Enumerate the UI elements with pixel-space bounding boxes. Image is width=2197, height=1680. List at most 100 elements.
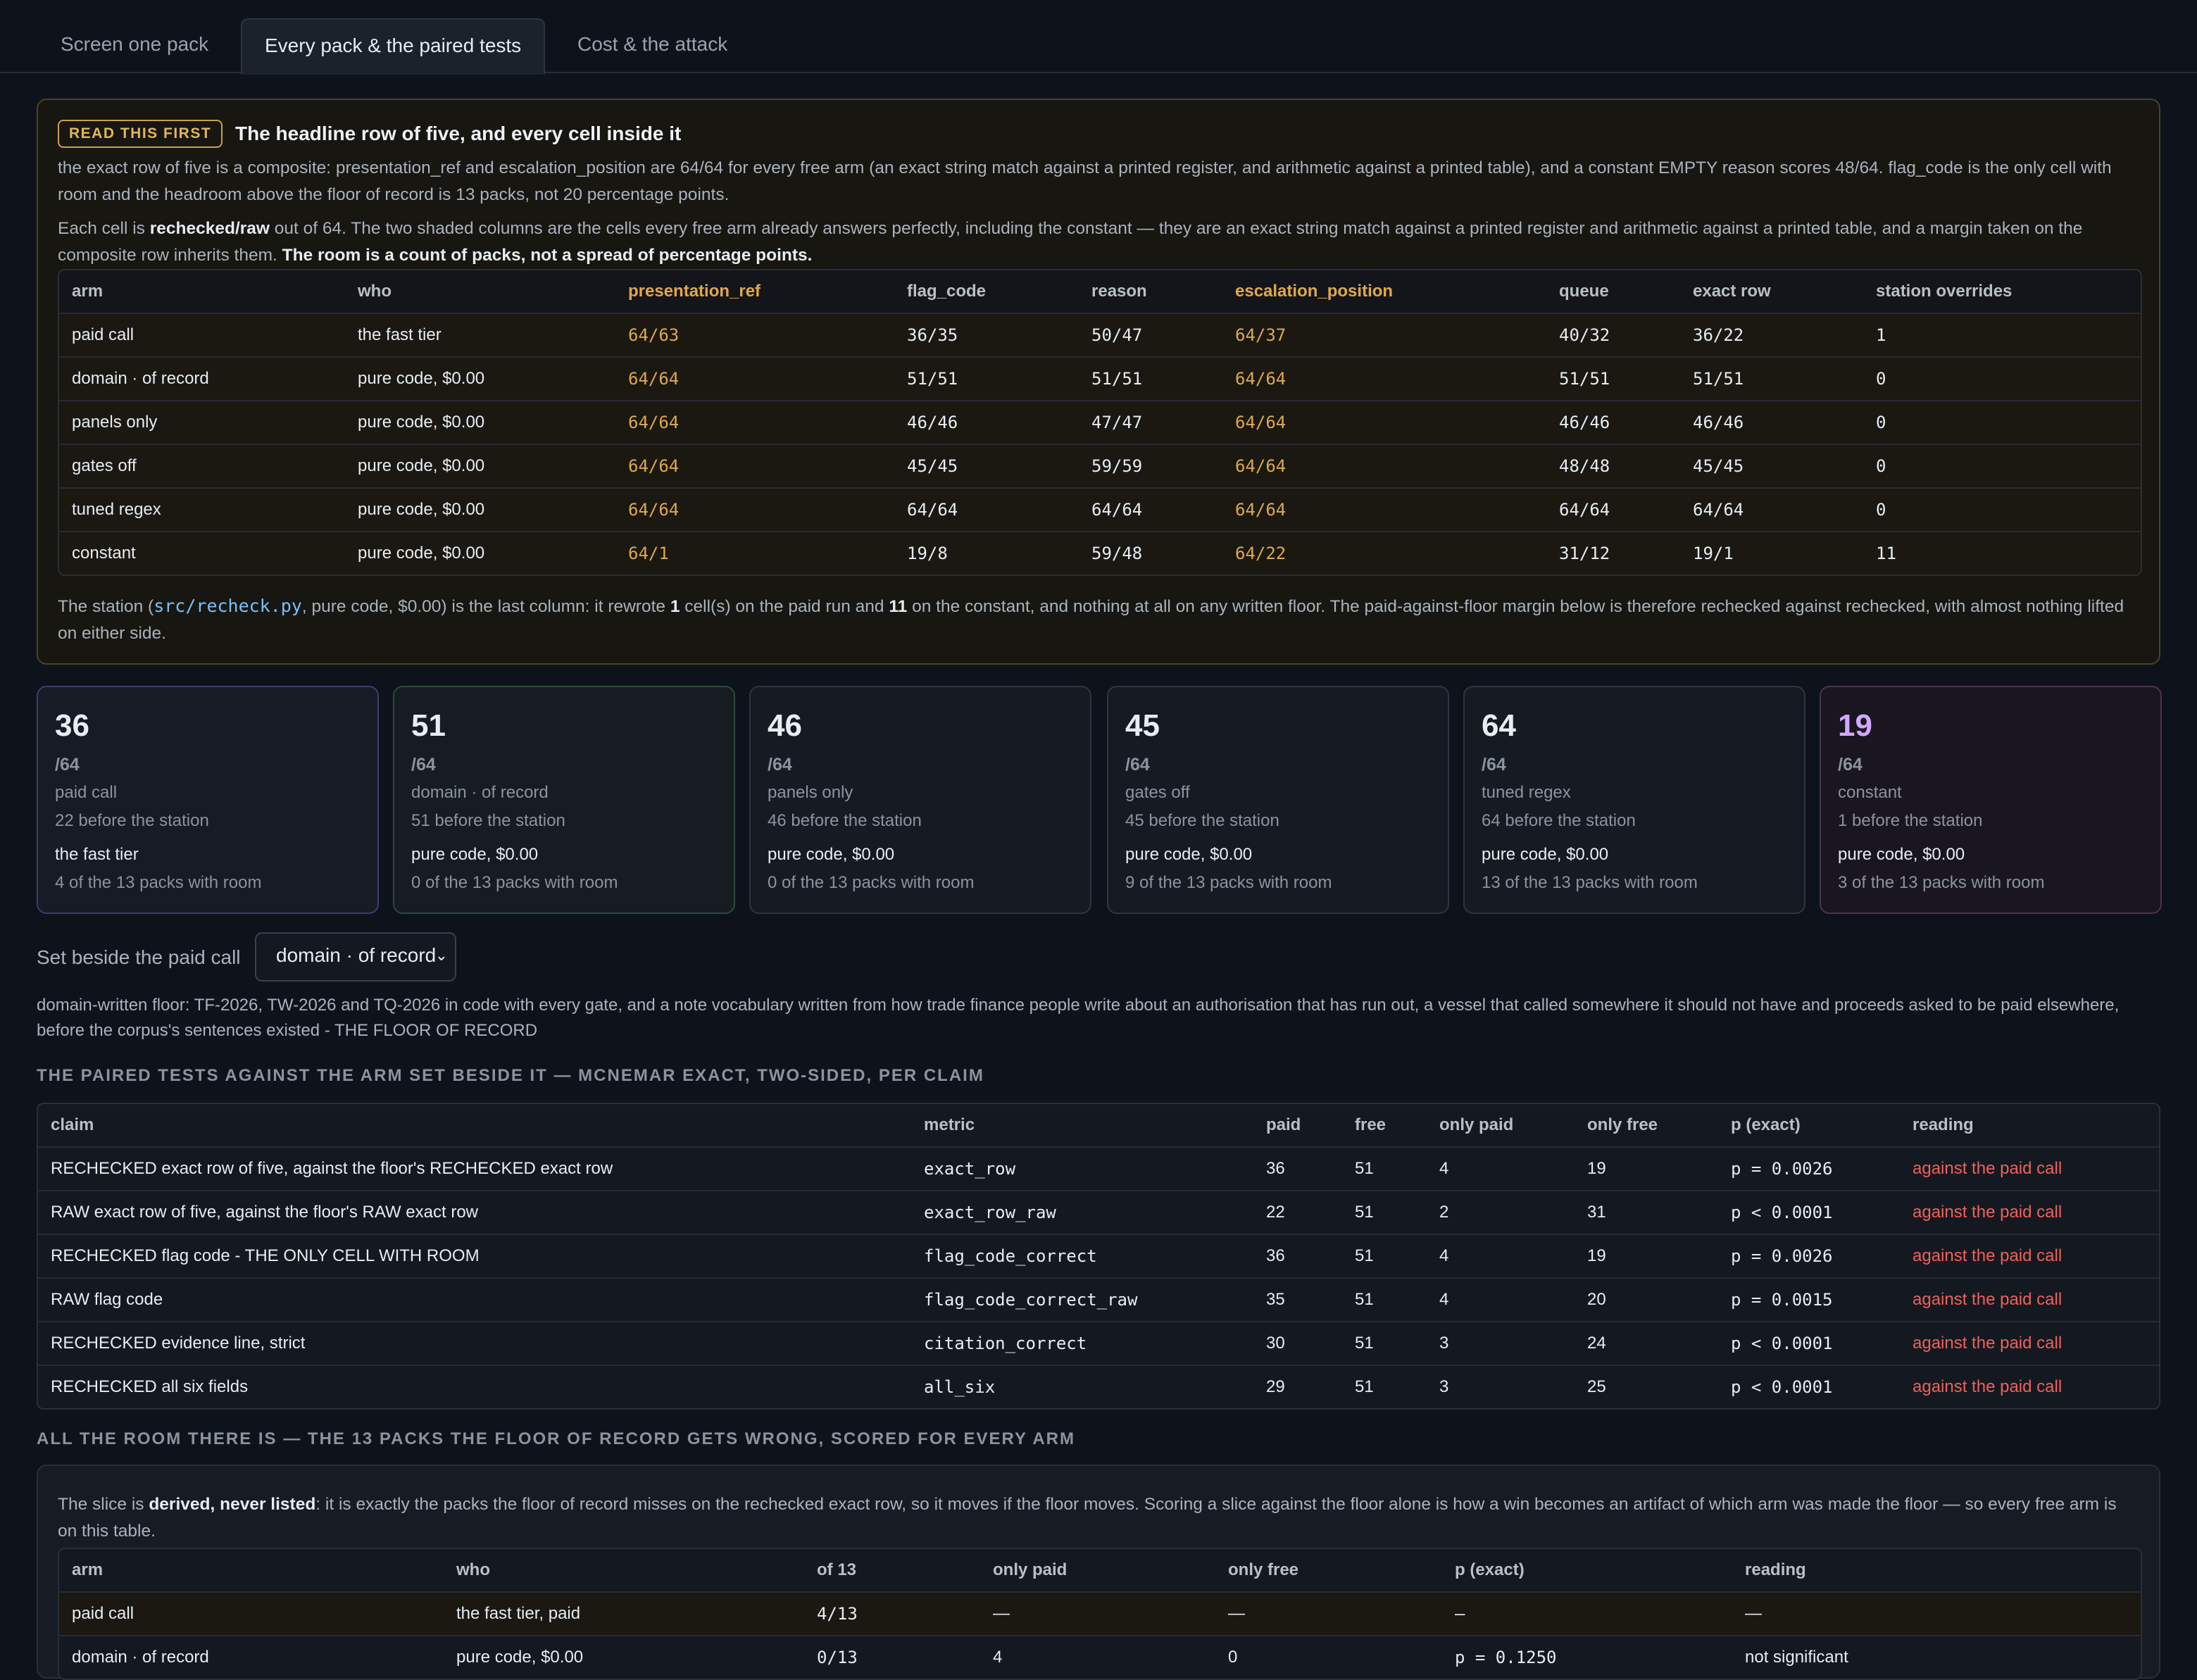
table-cell: 51 (1342, 1234, 1427, 1278)
stat-denominator: /64 (768, 755, 792, 775)
column-header: paid (1266, 1115, 1301, 1134)
table-cell: 3 (1427, 1365, 1575, 1408)
table-cell: 4 (980, 1635, 1215, 1679)
table-cell: 0 (1215, 1635, 1442, 1679)
table-cell: pure code, $0.00 (345, 356, 615, 401)
stat-card[interactable]: 19/64 constant 1 before the station pure co… (1820, 686, 2162, 914)
column-header: arm (72, 1560, 104, 1579)
table-row: paid call the fast tier, paid 4/13— — — — (59, 1591, 2141, 1636)
column-header: flag_code (907, 282, 987, 301)
table-row: tuned regex pure code, $0.00 64/64 64/64 64/… (59, 487, 2141, 532)
table-cell: 64/64 (894, 487, 1079, 532)
table-cell: 4/13 (804, 1591, 980, 1636)
column-header: free (1355, 1115, 1387, 1134)
room-explanation: The slice is derived, never listed: it i… (58, 1495, 2117, 1541)
stat-card[interactable]: 64/64 tuned regex 64 before the station pur… (1463, 686, 1805, 914)
table-cell: 46/46 (894, 400, 1079, 444)
arm-select[interactable]: domain · of record ⌄ (255, 932, 456, 982)
column-header: exact row (1693, 282, 1771, 301)
table-cell: 31/12 (1546, 531, 1680, 575)
column-header: station overrides (1876, 282, 2013, 301)
table-cell: 0 (1863, 400, 2141, 444)
column-header: arm (72, 282, 104, 301)
stat-card[interactable]: 45/64 gates off 45 before the station pure … (1107, 686, 1449, 914)
stat-room: 13 of the 13 packs with room (1482, 873, 1698, 892)
column-header: reading (1745, 1560, 1806, 1579)
table-cell: — (980, 1591, 1215, 1636)
column-header: claim (51, 1115, 94, 1134)
tab-screen-one-pack[interactable]: Screen one pack (38, 18, 231, 70)
table-cell: exact_row_raw (911, 1190, 1253, 1234)
cell-explanation: Each cell is rechecked/raw out of 64. Th… (58, 219, 2083, 265)
table-cell: 40/32 (1546, 313, 1680, 357)
stat-before-station: 51 before the station (411, 811, 565, 830)
table-cell: RECHECKED evidence line, strict (38, 1321, 911, 1365)
table-cell: domain · of record (59, 356, 345, 401)
column-header: p (exact) (1455, 1560, 1525, 1579)
stat-value: 51 (411, 708, 446, 743)
column-header: metric (924, 1115, 975, 1134)
table-row: constant pure code, $0.00 64/1 19/8 59/48 64/… (59, 531, 2141, 575)
stat-denominator: /64 (1838, 755, 1863, 775)
table-row: RAW exact row of five, against the floor… (38, 1190, 2159, 1234)
table-cell: 36 (1253, 1234, 1342, 1278)
table-cell: 64/64 (615, 400, 894, 444)
table-cell: 2 (1427, 1190, 1575, 1234)
table-cell: 51 (1342, 1277, 1427, 1322)
table-cell: 51 (1342, 1321, 1427, 1365)
stat-value: 46 (768, 708, 802, 743)
table-cell: p = 0.0026 (1718, 1146, 1900, 1191)
table-cell: — (1215, 1591, 1442, 1636)
table-row: RECHECKED all six fields all_six 29 51 3 25 p … (38, 1365, 2159, 1408)
tab-every-pack[interactable]: Every pack & the paired tests (241, 18, 546, 75)
table-cell: 24 (1575, 1321, 1718, 1365)
table-cell: 19 (1575, 1234, 1718, 1278)
stat-denominator: /64 (1482, 755, 1506, 775)
table-row: domain · of record pure code, $0.00 64/64 5… (59, 356, 2141, 401)
table-cell: 64/64 (1546, 487, 1680, 532)
stat-value: 19 (1838, 708, 1872, 743)
table-cell: pure code, $0.00 (345, 487, 615, 532)
table-row: RECHECKED exact row of five, against the… (38, 1146, 2159, 1191)
table-cell: 59/48 (1079, 531, 1222, 575)
tab-cost-attack[interactable]: Cost & the attack (555, 18, 750, 70)
stat-arm-name: panels only (768, 783, 853, 802)
table-cell: 22 (1253, 1190, 1342, 1234)
stat-room: 0 of the 13 packs with room (768, 873, 975, 892)
table-cell: tuned regex (59, 487, 345, 532)
column-header: who (456, 1560, 490, 1579)
table-cell: against the paid call (1900, 1277, 2159, 1322)
stat-arm-name: tuned regex (1482, 783, 1571, 802)
table-cell: 64/64 (615, 444, 894, 488)
stat-card[interactable]: 51/64 domain · of record 51 before the sta… (393, 686, 735, 914)
table-cell: 64/64 (1222, 400, 1546, 444)
stat-arm-name: paid call (55, 783, 118, 802)
table-cell: against the paid call (1900, 1190, 2159, 1234)
table-cell: 46/46 (1546, 400, 1680, 444)
stat-who: pure code, $0.00 (768, 845, 895, 864)
table-cell: — (1732, 1591, 2141, 1636)
table-cell: RAW flag code (38, 1277, 911, 1322)
stat-value: 45 (1125, 708, 1160, 743)
stat-before-station: 64 before the station (1482, 811, 1636, 830)
table-cell: 36/22 (1680, 313, 1863, 357)
table-cell: 0 (1863, 487, 2141, 532)
recheck-file-link[interactable]: src/recheck.py (154, 596, 302, 616)
table-row: gates off pure code, $0.00 64/64 45/45 59/59… (59, 444, 2141, 488)
table-cell: pure code, $0.00 (345, 444, 615, 488)
table-row: RECHECKED flag code - THE ONLY CELL WITH… (38, 1234, 2159, 1278)
table-cell: 36/35 (894, 313, 1079, 357)
table-cell: 64/64 (615, 356, 894, 401)
selector-label: Set beside the paid call (37, 946, 241, 968)
table-cell: RECHECKED all six fields (38, 1365, 911, 1408)
table-cell: 64/64 (1079, 487, 1222, 532)
table-cell: p < 0.0001 (1718, 1365, 1900, 1408)
floor-description: domain-written floor: TF-2026, TW-2026 a… (37, 996, 2120, 1040)
stat-card[interactable]: 46/64 panels only 46 before the station pur… (749, 686, 1091, 914)
table-cell: 4 (1427, 1234, 1575, 1278)
stat-room: 4 of the 13 packs with room (55, 873, 262, 892)
stat-card[interactable]: 36/64 paid call 22 before the station the f… (37, 686, 379, 914)
table-cell: against the paid call (1900, 1234, 2159, 1278)
table-cell: 51 (1342, 1190, 1427, 1234)
table-cell: p < 0.0001 (1718, 1321, 1900, 1365)
